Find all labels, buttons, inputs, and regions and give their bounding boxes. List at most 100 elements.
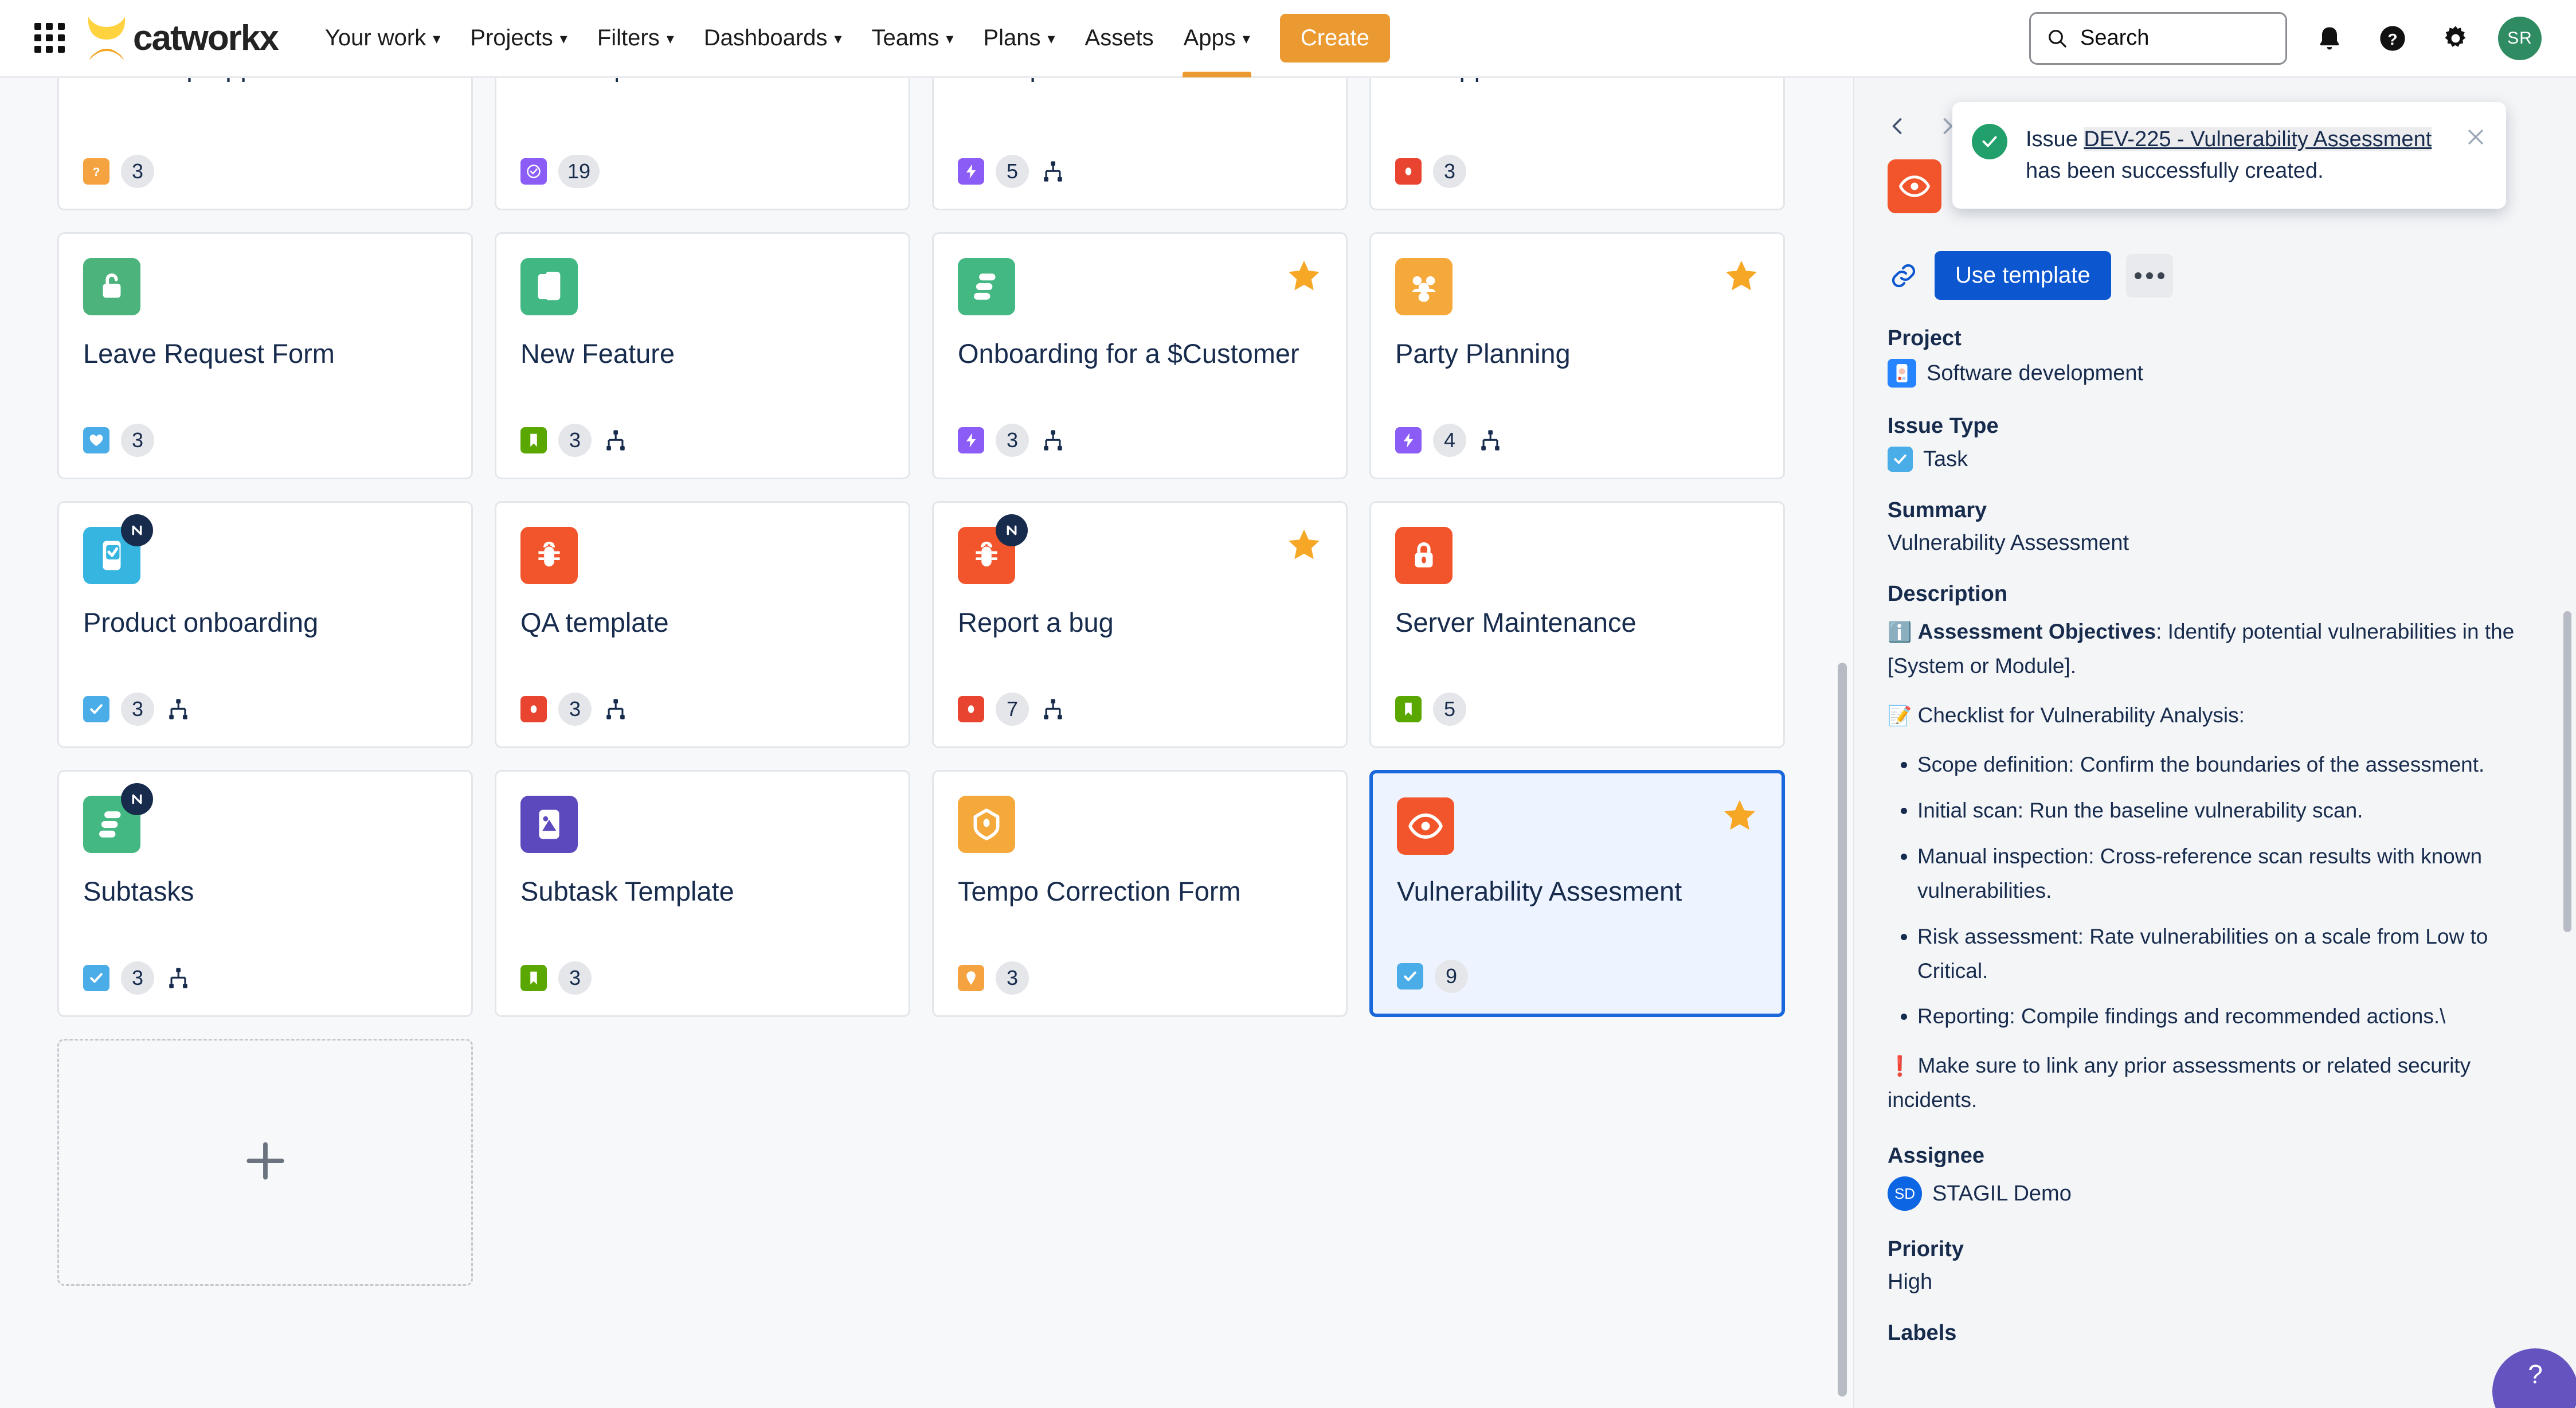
template-card[interactable]: Server Maintenance 5 bbox=[1369, 501, 1785, 748]
gear-icon[interactable] bbox=[2435, 18, 2476, 59]
template-card-footer: 3 bbox=[83, 930, 447, 995]
template-card[interactable]: Leave Request Form 3 bbox=[57, 232, 473, 479]
success-toast: Issue DEV-225 - Vulnerability Assessment… bbox=[1952, 102, 2506, 209]
template-card-footer: 3 bbox=[958, 930, 1322, 995]
nav-item-assets[interactable]: Assets bbox=[1070, 0, 1169, 77]
template-issue-count: 3 bbox=[558, 423, 592, 457]
template-card[interactable]: Subtask Template 3 bbox=[495, 770, 910, 1017]
template-card-footer: ? 3 bbox=[83, 99, 447, 188]
image-mobile-icon bbox=[520, 796, 578, 853]
field-value: SD STAGIL Demo bbox=[1888, 1176, 2543, 1211]
link-icon[interactable] bbox=[1888, 260, 1920, 292]
assignee-name: STAGIL Demo bbox=[1932, 1181, 2072, 1206]
toast-issue-link[interactable]: DEV-225 - Vulnerability Assessment bbox=[2084, 127, 2432, 151]
template-card[interactable]: IT Support Team 3 bbox=[1369, 78, 1785, 210]
template-card[interactable]: Invoice | Service 19 bbox=[495, 78, 910, 210]
nav-item-dashboards[interactable]: Dashboards ▾ bbox=[689, 0, 857, 77]
nav-item-your-work[interactable]: Your work ▾ bbox=[310, 0, 455, 77]
template-card-footer: 9 bbox=[1397, 929, 1757, 993]
brand-logo[interactable]: catworkx bbox=[85, 14, 279, 62]
template-card-title: Party Planning bbox=[1395, 338, 1571, 369]
favorite-star-icon[interactable] bbox=[1724, 258, 1759, 294]
template-card[interactable]: Party Planning 4 bbox=[1369, 232, 1785, 479]
template-card[interactable]: Subtasks 3 bbox=[57, 770, 473, 1017]
help-icon[interactable]: ? bbox=[2372, 18, 2413, 59]
issue-type-name: Task bbox=[1923, 447, 1968, 471]
favorite-star-icon[interactable] bbox=[1286, 527, 1322, 562]
search-input[interactable]: Search bbox=[2029, 11, 2287, 65]
template-issue-count: 9 bbox=[1435, 959, 1468, 993]
template-card-title: Leave Request Form bbox=[83, 338, 335, 369]
app-root: catworkx Your work ▾ Projects ▾ Filters … bbox=[0, 0, 2576, 1408]
dot-icon bbox=[958, 695, 984, 722]
user-avatar[interactable]: SR bbox=[2498, 16, 2542, 60]
template-card[interactable]: Report a bug 7 bbox=[932, 501, 1348, 748]
search-icon bbox=[2049, 29, 2066, 48]
people-icon bbox=[1395, 258, 1453, 315]
more-actions-button[interactable] bbox=[2125, 253, 2173, 298]
nav-item-teams[interactable]: Teams ▾ bbox=[857, 0, 969, 77]
template-card[interactable]: Tempo Correction Form 3 bbox=[932, 770, 1348, 1017]
template-icon-wrap bbox=[1395, 258, 1453, 315]
field-label: Description bbox=[1888, 582, 2008, 606]
detail-scrollbar[interactable] bbox=[2563, 611, 2571, 932]
template-card[interactable]: Vulnerability Assesment 9 bbox=[1369, 770, 1785, 1017]
subtask-tree-icon bbox=[1478, 428, 1503, 453]
toast-prefix: Issue bbox=[2026, 127, 2084, 151]
notifications-icon[interactable] bbox=[2309, 18, 2350, 59]
template-card[interactable]: Onboarding for a $Customer 3 bbox=[932, 232, 1348, 479]
favorite-star-icon[interactable] bbox=[1286, 258, 1322, 294]
template-card[interactable]: New Feature 3 bbox=[495, 232, 910, 479]
chevron-down-icon: ▾ bbox=[559, 29, 567, 47]
template-icon-wrap bbox=[958, 796, 1015, 853]
add-template-card[interactable] bbox=[57, 1039, 473, 1286]
detail-actions: Use template bbox=[1888, 251, 2543, 300]
description-checklist-heading: 📝 Checklist for Vulnerability Analysis: bbox=[1888, 698, 2543, 733]
template-card-footer: 7 bbox=[958, 662, 1322, 726]
chevron-left-icon[interactable] bbox=[1888, 116, 1908, 136]
memo-emoji-icon: 📝 bbox=[1888, 705, 1912, 727]
subtask-tree-icon bbox=[603, 697, 628, 722]
nav-label: Plans bbox=[983, 25, 1041, 50]
template-issue-count: 3 bbox=[121, 423, 154, 457]
bookmark-icon bbox=[520, 964, 547, 991]
nav-label: Apps bbox=[1183, 25, 1236, 50]
nav-item-apps[interactable]: Apps ▾ bbox=[1169, 0, 1265, 77]
gallery-scrollbar[interactable] bbox=[1838, 663, 1847, 1397]
automation-badge-icon bbox=[121, 783, 153, 815]
template-card[interactable]: QA template 3 bbox=[495, 501, 910, 748]
app-switcher-icon[interactable] bbox=[34, 22, 65, 54]
template-card-title: QA template bbox=[520, 607, 669, 638]
check-icon bbox=[83, 695, 109, 722]
template-issue-count: 3 bbox=[121, 155, 154, 188]
chevron-down-icon: ▾ bbox=[834, 29, 842, 47]
bookmark-icon bbox=[1395, 695, 1422, 722]
template-card[interactable]: Product onboarding 3 bbox=[57, 501, 473, 748]
template-icon-wrap bbox=[1395, 527, 1453, 584]
template-card[interactable]: ISO Epic 5 bbox=[932, 78, 1348, 210]
template-issue-count: 19 bbox=[558, 155, 600, 188]
catworkx-mark-icon bbox=[88, 16, 126, 60]
nav-label: Teams bbox=[871, 25, 939, 50]
nav-item-filters[interactable]: Filters ▾ bbox=[582, 0, 689, 77]
nav-label: Filters bbox=[597, 25, 660, 50]
template-card-title: Server Maintenance bbox=[1395, 607, 1637, 638]
favorite-star-icon[interactable] bbox=[1722, 797, 1757, 833]
template-card[interactable]: Internship Application Form?3 bbox=[57, 78, 473, 210]
field-label: Issue Type bbox=[1888, 414, 1999, 438]
info-emoji-icon: ℹ️ bbox=[1888, 621, 1912, 643]
use-template-button[interactable]: Use template bbox=[1935, 251, 2111, 300]
close-icon[interactable] bbox=[2465, 124, 2487, 148]
question-icon: ? bbox=[83, 158, 109, 185]
svg-text:?: ? bbox=[2387, 30, 2397, 48]
nav-item-projects[interactable]: Projects ▾ bbox=[455, 0, 582, 77]
create-button[interactable]: Create bbox=[1279, 14, 1390, 62]
checklist-item: Manual inspection: Cross-reference scan … bbox=[1917, 839, 2543, 908]
nav-item-plans[interactable]: Plans ▾ bbox=[968, 0, 1070, 77]
success-check-icon bbox=[1972, 124, 2007, 159]
lock-open-icon bbox=[83, 258, 140, 315]
subtask-tree-icon bbox=[1040, 428, 1066, 453]
template-icon-wrap bbox=[83, 258, 140, 315]
check-circle-icon bbox=[520, 158, 547, 185]
template-card-footer: 3 bbox=[520, 930, 884, 995]
